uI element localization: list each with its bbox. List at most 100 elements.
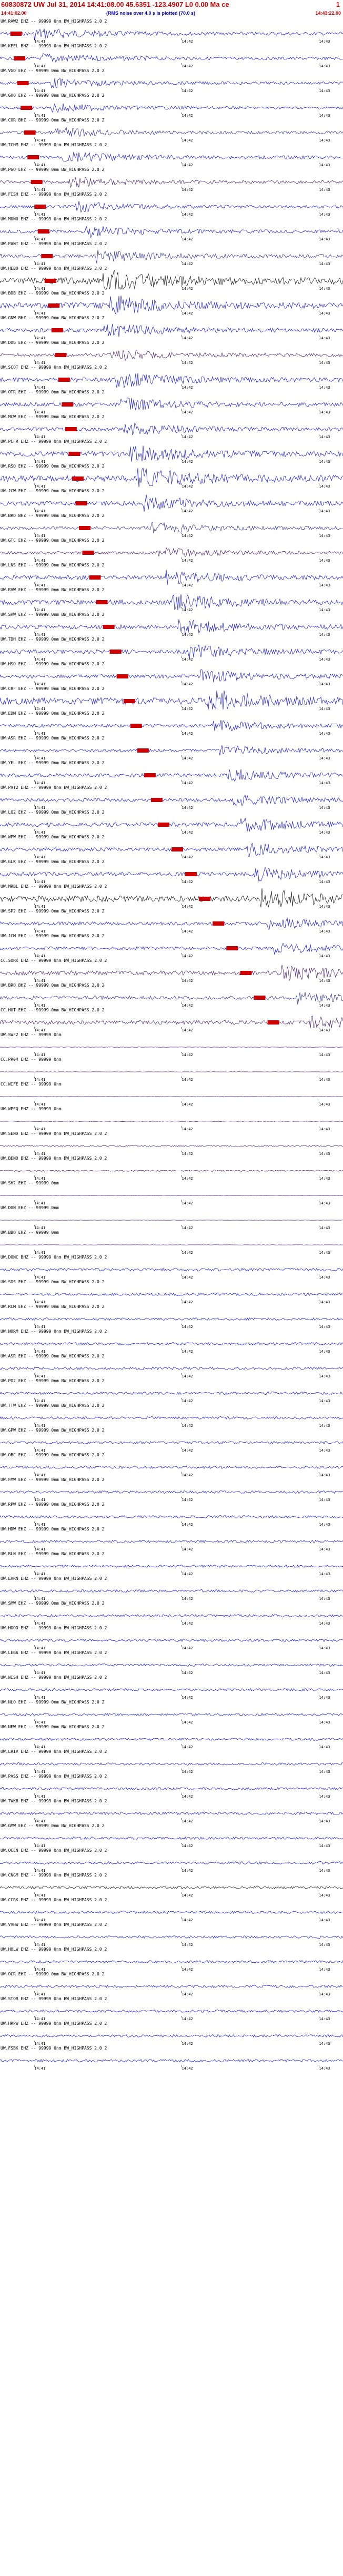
seismogram-trace: UW.CNGM EHZ -- 99999 0nm BW_HIGHPASS 2.0…	[0, 1873, 343, 1898]
waveform-plot: 14:41 14:42 14:43	[0, 745, 343, 760]
phase-pick-marker	[96, 600, 108, 604]
seismogram-trace: UW.SMW EHZ -- 99999 0nm BW_HIGHPASS 2.0 …	[0, 1601, 343, 1626]
waveform-plot: 14:41 14:42 14:43	[0, 53, 343, 68]
phase-pick-marker	[213, 921, 225, 926]
phase-pick-marker	[51, 328, 63, 332]
time-tick-label: 14:41	[34, 336, 45, 340]
phase-pick-marker	[185, 872, 197, 876]
time-tick-label: 14:42	[182, 1943, 193, 1946]
time-tick-label: 14:42	[182, 1646, 193, 1650]
waveform-line	[0, 350, 343, 361]
waveform-line	[0, 1885, 343, 1890]
waveform-plot: 14:41 14:42 14:43	[0, 2034, 343, 2045]
waveform-line	[0, 965, 343, 981]
seismogram-trace: UW.GHO EHZ -- 99999 0nm BW_HIGHPASS 2.0 …	[0, 93, 343, 118]
waveform-line	[0, 1416, 343, 1420]
waveform-line	[0, 468, 343, 488]
seismogram-trace: UW.PAT2 EHZ -- 99999 0nm BW_HIGHPASS 2.0…	[0, 785, 343, 810]
time-tick-label: 14:42	[182, 1473, 193, 1477]
waveform-plot: 14:41 14:42 14:43	[0, 1195, 343, 1205]
seismogram-trace: UW.SOS EHZ -- 99999 0nm BW_HIGHPASS 2.0 …	[0, 1280, 343, 1304]
seismogram-trace: UW.HEBO EHZ -- 99999 0nm BW_HIGHPASS 2.0…	[0, 266, 343, 291]
phase-pick-marker	[44, 279, 56, 283]
time-tick-label: 14:41	[34, 756, 45, 760]
waveform-plot: 14:41 14:42 14:43	[0, 1836, 343, 1848]
time-tick-label: 14:42	[182, 954, 193, 958]
waveform-line	[0, 720, 343, 732]
time-tick-label: 14:42	[182, 1177, 193, 1180]
seismogram-trace: UW.OBC EHZ -- 99999 0nm BW_HIGHPASS 2.0 …	[0, 1453, 343, 1477]
time-tick-label: 14:43	[319, 1523, 330, 1526]
waveform-line	[0, 373, 343, 388]
waveform-line	[0, 177, 343, 188]
time-tick-label: 14:41	[34, 188, 45, 191]
time-tick-label: 14:41	[34, 954, 45, 958]
waveform-line	[0, 888, 343, 908]
time-tick-label: 14:41	[34, 608, 45, 612]
time-tick-label: 14:42	[182, 1053, 193, 1057]
time-tick-label: 14:43	[319, 905, 330, 908]
waveform-line	[0, 445, 343, 462]
time-tick-label: 14:41	[34, 806, 45, 809]
time-tick-label: 14:43	[319, 1572, 330, 1576]
time-tick-label: 14:42	[182, 1696, 193, 1699]
waveform-line	[0, 1960, 343, 1964]
seismogram-trace: UW.NORM EHZ -- 99999 0nm BW_HIGHPASS 2.0…	[0, 1329, 343, 1354]
time-tick-label: 14:43	[319, 732, 330, 735]
waveform-plot: 14:41 14:42 14:43	[0, 1367, 343, 1378]
waveform-plot: 14:41 14:42 14:43	[0, 1416, 343, 1427]
time-tick-label: 14:43	[319, 657, 330, 661]
time-tick-label: 14:43	[319, 1102, 330, 1106]
time-tick-label: 14:43	[319, 756, 330, 760]
time-tick-label: 14:41	[34, 1152, 45, 1155]
time-tick-label: 14:43	[319, 1794, 330, 1798]
waveform-line	[0, 1121, 343, 1122]
seismogram-trace: UW.FISH EHZ -- 99999 0nm BW_HIGHPASS 2.0…	[0, 192, 343, 217]
waveform-line	[0, 1737, 343, 1741]
waveform-line	[0, 494, 343, 512]
waveform-line	[0, 1762, 343, 1766]
time-tick-label: 14:41	[34, 1473, 45, 1477]
phase-pick-marker	[130, 724, 142, 728]
waveform-plot: 14:41 14:42 14:43	[0, 1984, 343, 1996]
time-tick-label: 14:42	[182, 1918, 193, 1922]
time-tick-label: 14:43	[319, 1300, 330, 1304]
seismogram-trace: UW.VVHW EHZ -- 99999 0nm BW_HIGHPASS 2.0…	[0, 1922, 343, 1947]
waveform-plot: 14:41 14:42 14:43	[0, 1539, 343, 1551]
waveform-plot: 14:41 14:42 14:43	[0, 226, 343, 241]
seismogram-trace: UW.SCOT EHZ -- 99999 0nm BW_HIGHPASS 2.0…	[0, 365, 343, 390]
time-tick-label: 14:41	[34, 1794, 45, 1798]
time-tick-label: 14:42	[182, 2042, 193, 2045]
seismogram-trace: UW.DON EHZ -- 99999 0nm 14:41 14:42 14:43	[0, 1205, 343, 1230]
seismogram-trace: UW.KEEL BHZ -- 99999 0nm BW_HIGHPASS 2.0…	[0, 44, 343, 68]
time-tick-label: 14:42	[182, 1745, 193, 1749]
time-tick-label: 14:42	[182, 237, 193, 241]
seismogram-trace: UW.TDH EHZ -- 99999 0nm BW_HIGHPASS 2.0 …	[0, 637, 343, 662]
time-tick-label: 14:41	[34, 1325, 45, 1328]
waveform-plot: 14:41 14:42 14:43	[0, 1016, 343, 1032]
seismogram-trace: UW.BOB EHZ -- 99999 0nm BW_HIGHPASS 2.0 …	[0, 291, 343, 316]
time-tick-label: 14:43	[319, 979, 330, 982]
waveform-plot: 14:41 14:42 14:43	[0, 1639, 343, 1650]
time-tick-label: 14:41	[34, 1819, 45, 1823]
waveform-line	[0, 1047, 343, 1048]
time-tick-label: 14:41	[34, 114, 45, 117]
time-tick-label: 14:42	[182, 756, 193, 760]
time-tick-label: 14:43	[319, 361, 330, 364]
waveform-line	[0, 422, 343, 435]
time-tick-label: 14:42	[182, 830, 193, 834]
time-tick-label: 14:42	[182, 336, 193, 340]
time-tick-label: 14:41	[34, 1028, 45, 1032]
waveform-plot: 14:41 14:42 14:43	[0, 888, 343, 908]
time-tick-label: 14:42	[182, 707, 193, 711]
seismogram-trace: UW.NLO EHZ -- 99999 0nm BW_HIGHPASS 2.0 …	[0, 1700, 343, 1725]
time-tick-label: 14:42	[182, 1399, 193, 1403]
phase-pick-marker	[58, 378, 70, 382]
waveform-plot: 14:41 14:42 14:43	[0, 1391, 343, 1403]
seismogram-trace: UW.OTR EHZ -- 99999 0nm BW_HIGHPASS 2.0 …	[0, 390, 343, 414]
seismogram-trace: UW.LNS EHZ -- 99999 0nm BW_HIGHPASS 2.0 …	[0, 563, 343, 587]
phase-pick-marker	[31, 180, 43, 184]
time-tick-label: 14:42	[182, 1325, 193, 1328]
waveform-plot: 14:41 14:42 14:43	[0, 1762, 343, 1773]
waveform-line	[0, 570, 343, 585]
